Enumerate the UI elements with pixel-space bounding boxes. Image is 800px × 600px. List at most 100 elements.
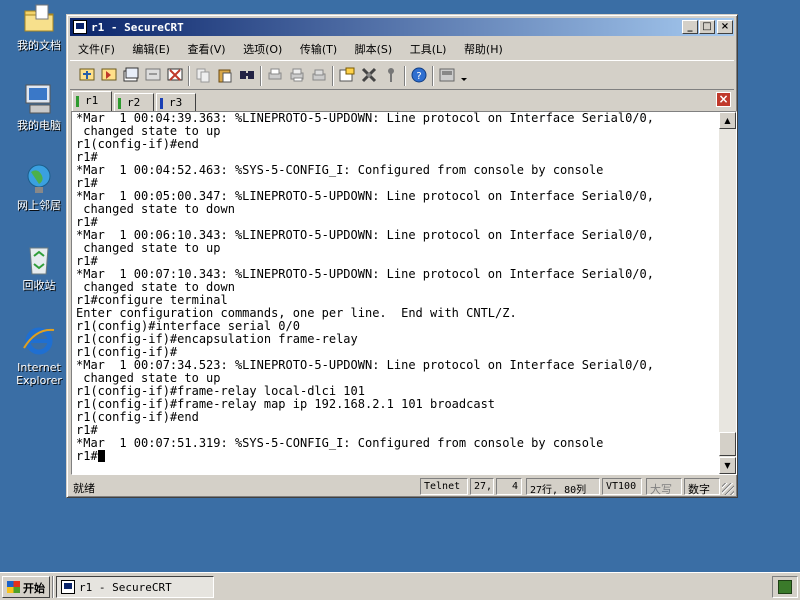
terminal-output[interactable]: *Mar 1 00:04:39.363: %LINEPROTO-5-UPDOWN… — [76, 112, 718, 474]
toolbar-separator — [404, 66, 406, 86]
tab-status-mark — [76, 96, 79, 107]
help-icon[interactable]: ? — [410, 66, 428, 84]
title-bar[interactable]: r1 - SecureCRT _ □ × — [70, 18, 734, 36]
ie-icon — [22, 324, 56, 358]
menu-transfer[interactable]: 传输(T) — [292, 38, 343, 57]
terminal-line: changed state to down — [76, 202, 235, 216]
desktop-icon-label: 网上邻居 — [17, 199, 61, 212]
system-tray — [772, 576, 798, 598]
status-col: 4 — [496, 478, 522, 495]
terminal-line: r1(config-if)#end — [76, 137, 199, 151]
menu-edit[interactable]: 编辑(E) — [124, 38, 176, 57]
sftp-icon[interactable] — [438, 66, 456, 84]
terminal-cursor — [97, 450, 105, 462]
recycle-bin-icon — [22, 242, 56, 276]
status-emulation: VT100 — [602, 478, 642, 495]
taskbar-separator — [52, 576, 54, 598]
terminal-line: r1(config-if)#end — [76, 410, 199, 424]
network-icon — [22, 162, 56, 196]
desktop-icon-my-documents[interactable]: 我的文档 — [6, 2, 72, 52]
keymap-icon[interactable] — [382, 66, 400, 84]
tab-r3[interactable]: r3 — [156, 93, 196, 111]
tab-label: r3 — [169, 96, 183, 109]
securecrt-window: r1 - SecureCRT _ □ × 文件(F) 编辑(E) 查看(V) 选… — [66, 14, 738, 498]
maximize-button[interactable]: □ — [699, 20, 715, 34]
minimize-button[interactable]: _ — [682, 20, 698, 34]
close-button[interactable]: × — [717, 20, 733, 34]
menu-bar: 文件(F) 编辑(E) 查看(V) 选项(O) 传输(T) 脚本(S) 工具(L… — [70, 38, 734, 58]
scroll-down-button[interactable]: ▼ — [719, 457, 736, 474]
start-label: 开始 — [23, 582, 45, 595]
terminal-prompt: r1# — [76, 449, 98, 463]
svg-text:?: ? — [416, 71, 421, 82]
tab-status-mark — [118, 98, 121, 109]
status-row: 27, — [470, 478, 494, 495]
securecrt-app-icon[interactable] — [73, 20, 87, 34]
status-rows-cols: 27行, 80列 — [526, 478, 600, 496]
desktop-icon-label: 我的电脑 — [17, 119, 61, 132]
tab-label: r1 — [85, 94, 99, 107]
status-ready: 就绪 — [73, 482, 95, 495]
computer-icon — [22, 82, 56, 116]
connect-icon[interactable] — [78, 66, 96, 84]
status-caps-lock: 大写 — [646, 478, 682, 496]
toolbar: ? — [70, 60, 734, 90]
terminal-frame: *Mar 1 00:04:39.363: %LINEPROTO-5-UPDOWN… — [71, 111, 737, 475]
desktop-icon-label: 我的文档 — [17, 39, 61, 52]
toolbar-separator — [188, 66, 190, 86]
terminal-line: changed state to up — [76, 241, 221, 255]
menu-options[interactable]: 选项(O) — [235, 38, 288, 57]
menu-view[interactable]: 查看(V) — [179, 38, 231, 57]
taskbar-item-label: r1 - SecureCRT — [79, 581, 172, 594]
menu-tools[interactable]: 工具(L) — [402, 38, 453, 57]
tab-status-mark — [160, 98, 163, 109]
desktop-icon-label: Internet Explorer — [16, 361, 62, 387]
toolbar-separator — [332, 66, 334, 86]
status-protocol: Telnet — [420, 478, 468, 495]
desktop-icon-internet-explorer[interactable]: Internet Explorer — [6, 324, 72, 387]
terminal-line: *Mar 1 00:04:52.463: %SYS-5-CONFIG_I: Co… — [76, 163, 604, 177]
copy-icon[interactable] — [194, 66, 212, 84]
tab-r1[interactable]: r1 — [72, 91, 112, 111]
toolbar-overflow-icon[interactable] — [459, 66, 469, 84]
desktop-icon-my-computer[interactable]: 我的电脑 — [6, 82, 72, 132]
status-bar: 就绪 Telnet 27, 4 27行, 80列 VT100 大写 数字 — [70, 477, 734, 496]
desktop-icon-network[interactable]: 网上邻居 — [6, 162, 72, 212]
print-icon[interactable] — [266, 66, 284, 84]
taskbar-item-securecrt[interactable]: r1 - SecureCRT — [56, 576, 214, 598]
close-tab-button[interactable]: × — [716, 92, 731, 107]
menu-file[interactable]: 文件(F) — [70, 38, 121, 57]
status-num-lock: 数字 — [684, 478, 720, 496]
folder-icon — [22, 2, 56, 36]
disconnect-icon[interactable] — [166, 66, 184, 84]
menu-help[interactable]: 帮助(H) — [456, 38, 509, 57]
tab-label: r2 — [127, 96, 141, 109]
connect-tab-icon[interactable] — [122, 66, 140, 84]
toolbar-separator — [432, 66, 434, 86]
resize-grip[interactable] — [722, 483, 734, 495]
desktop-icon-recycle-bin[interactable]: 回收站 — [6, 242, 72, 292]
window-title: r1 - SecureCRT — [91, 21, 184, 34]
start-button[interactable]: 开始 — [2, 576, 50, 598]
securecrt-app-icon — [61, 580, 75, 594]
paste-icon[interactable] — [216, 66, 234, 84]
menu-script[interactable]: 脚本(S) — [347, 38, 399, 57]
reconnect-icon[interactable] — [144, 66, 162, 84]
vertical-scrollbar[interactable]: ▲ ▼ — [719, 112, 736, 474]
find-icon[interactable] — [238, 66, 256, 84]
quick-connect-icon[interactable] — [100, 66, 118, 84]
print-setup-icon[interactable] — [310, 66, 328, 84]
session-options-icon[interactable] — [338, 66, 356, 84]
tray-security-icon[interactable] — [778, 580, 792, 594]
global-options-icon[interactable] — [360, 66, 378, 84]
scroll-thumb[interactable] — [719, 432, 736, 456]
scroll-up-button[interactable]: ▲ — [719, 112, 736, 129]
tab-r2[interactable]: r2 — [114, 93, 154, 111]
print-selection-icon[interactable] — [288, 66, 306, 84]
terminal-prompt-line[interactable]: r1# — [76, 450, 718, 463]
session-tabs: r1 r2 r3 × — [70, 91, 734, 111]
terminal-line: *Mar 1 00:07:51.319: %SYS-5-CONFIG_I: Co… — [76, 436, 604, 450]
windows-logo-icon — [7, 581, 20, 593]
toolbar-separator — [260, 66, 262, 86]
taskbar: 开始 r1 - SecureCRT — [0, 572, 800, 600]
